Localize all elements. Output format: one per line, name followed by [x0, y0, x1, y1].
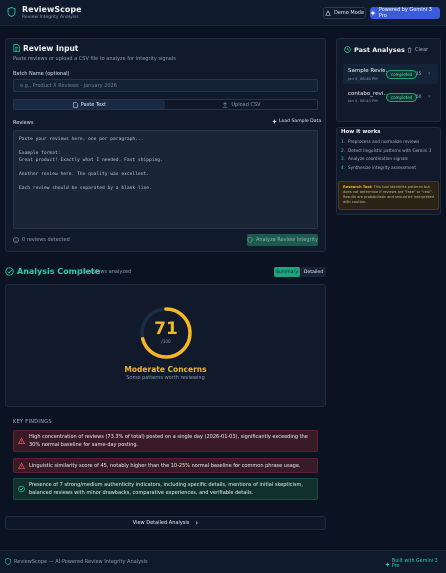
- built-with-gemini-link[interactable]: Built with Gemini 3 Pro: [385, 559, 446, 569]
- reviews-analyzed-count: 15 reviews analyzed: [80, 269, 132, 275]
- review-count: 15: [416, 71, 422, 76]
- upload-icon: [223, 101, 228, 108]
- past-analysis-date: Jan 5, 08:46 PM: [348, 76, 378, 81]
- gemini-label: Powered by Gemini 3 Pro: [378, 7, 432, 19]
- how-it-works-step: 4. Synthesize integrity assessment: [341, 164, 416, 170]
- chevron-right-icon: ›: [428, 93, 431, 100]
- document-icon: [13, 44, 20, 52]
- demo-mode-label: Demo Mode: [333, 10, 365, 16]
- finding-warning: High concentration of reviews (73.3% of …: [13, 430, 318, 452]
- analyze-button-label: Analyze Review Integrity: [256, 237, 318, 243]
- sparkle-icon: [385, 561, 390, 567]
- finding-text: High concentration of reviews (73.3% of …: [29, 434, 308, 448]
- verdict-subtitle: Some patterns worth reviewing: [126, 375, 205, 381]
- integrity-score-value: 71: [154, 319, 178, 339]
- tab-upload-csv-label: Upload CSV: [231, 101, 261, 108]
- tab-upload-csv[interactable]: Upload CSV: [166, 100, 317, 109]
- how-it-works-step: 1. Preprocess and normalize reviews: [341, 139, 420, 144]
- history-icon: [344, 46, 351, 53]
- chevron-right-icon: ›: [195, 519, 199, 527]
- how-it-works-steps: 1. Preprocess and normalize reviews 2. Det…: [341, 138, 439, 172]
- file-text-icon: [73, 101, 78, 108]
- research-tool-note: Research Tool: This tool identifies patt…: [338, 181, 439, 210]
- review-input-description: Paste reviews or upload a CSV file to an…: [13, 56, 176, 62]
- check-circle-icon: [5, 267, 14, 276]
- how-it-works-title: How it works: [341, 129, 381, 135]
- app-title: ReviewScope: [22, 5, 82, 14]
- sparkle-icon: [272, 119, 277, 124]
- view-detailed-label: View Detailed Analysis: [132, 520, 190, 526]
- tab-summary[interactable]: Summary: [274, 267, 300, 277]
- analyze-review-integrity-button[interactable]: Analyze Review Integrity: [247, 234, 318, 246]
- trash-icon: [407, 47, 412, 53]
- footer-text: ReviewScope — AI-Powered Review Integrit…: [14, 559, 148, 565]
- tab-paste-text-label: Paste Text: [80, 101, 107, 108]
- app-subtitle: Review Integrity Analysis: [22, 15, 79, 20]
- flask-icon: [325, 10, 331, 16]
- review-input-title: Review Input: [23, 44, 79, 53]
- past-analysis-name: Sample Revie...: [348, 68, 391, 74]
- batch-name-input[interactable]: e.g., Product X Reviews - January 2026: [13, 79, 318, 92]
- warning-icon: [18, 462, 25, 469]
- status-badge: completed: [386, 93, 418, 102]
- sparkle-icon: [370, 10, 376, 16]
- clear-label: Clear: [415, 47, 429, 53]
- chevron-right-icon: ›: [428, 70, 431, 77]
- reviews-textarea[interactable]: Paste your reviews here, one per paragra…: [13, 130, 318, 229]
- finding-warning: Linguistic similarity score of 45, notab…: [13, 458, 318, 473]
- status-badge: completed: [386, 70, 418, 79]
- finding-text: Linguistic similarity score of 45, notab…: [29, 462, 301, 469]
- view-detailed-analysis-button[interactable]: View Detailed Analysis ›: [5, 516, 326, 530]
- load-sample-data-button[interactable]: Load Sample Data: [272, 119, 321, 124]
- reviews-detected-status: 0 reviews detected: [13, 237, 70, 243]
- tab-detailed[interactable]: Detailed: [301, 267, 326, 277]
- past-analyses-title: Past Analyses: [354, 46, 405, 54]
- integrity-score-max: /100: [161, 339, 171, 344]
- info-circle-icon: [13, 237, 19, 243]
- demo-mode-button[interactable]: Demo Mode: [323, 7, 366, 19]
- load-sample-data-label: Load Sample Data: [279, 119, 322, 124]
- reviews-detected-text: 0 reviews detected: [22, 237, 70, 243]
- built-with-label: Built with Gemini 3 Pro: [391, 559, 438, 569]
- how-it-works-step: 3. Analyze coordination signals: [341, 156, 408, 161]
- review-count: 50: [416, 94, 422, 99]
- shield-icon: [5, 558, 11, 565]
- check-circle-icon: [18, 485, 25, 493]
- research-tool-label: Research Tool:: [343, 185, 373, 189]
- key-findings-title: KEY FINDINGS: [13, 419, 52, 425]
- past-analysis-name: contabo_revi...: [348, 91, 389, 97]
- tab-paste-text[interactable]: Paste Text: [14, 100, 165, 109]
- shield-icon: [7, 7, 16, 17]
- past-analysis-date: Jan 5, 08:43 PM: [348, 98, 378, 103]
- gemini-badge-button[interactable]: Powered by Gemini 3 Pro: [370, 7, 440, 19]
- finding-text: Presence of 7 strong/medium authenticity…: [29, 482, 303, 496]
- how-it-works-step: 2. Detect linguistic patterns with Gemini…: [341, 147, 432, 153]
- verdict-title: Moderate Concerns: [124, 365, 207, 374]
- warning-icon: [18, 437, 25, 444]
- batch-name-label: Batch Name (optional): [13, 71, 70, 77]
- finding-positive: Presence of 7 strong/medium authenticity…: [13, 478, 318, 500]
- shield-icon: [247, 237, 253, 243]
- reviews-label: Reviews: [13, 120, 34, 126]
- clear-history-button[interactable]: Clear: [407, 47, 428, 53]
